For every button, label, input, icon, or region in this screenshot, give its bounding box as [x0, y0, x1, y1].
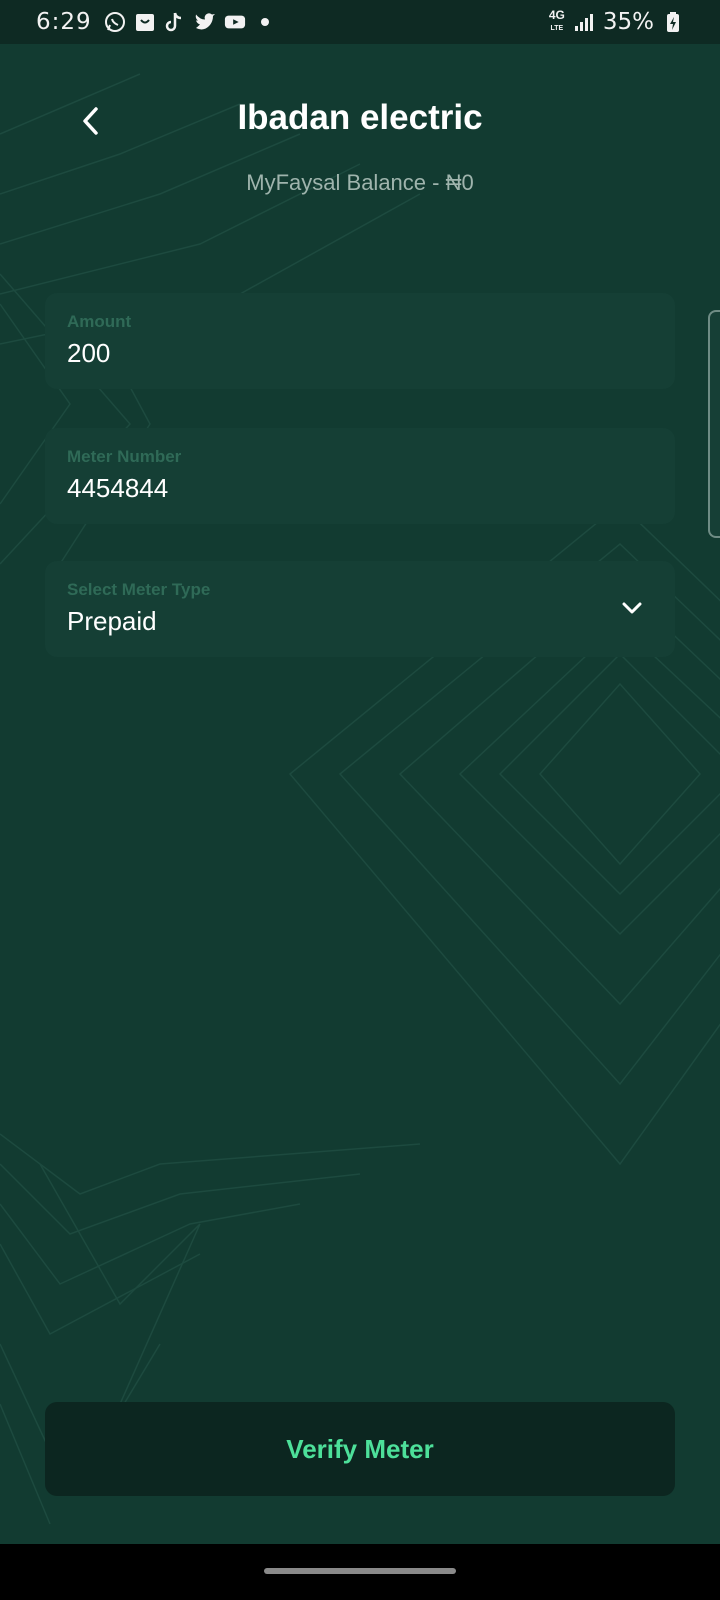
- meter-type-value: Prepaid: [67, 606, 157, 636]
- meter-type-label: Select Meter Type: [67, 580, 211, 599]
- shopping-bag-icon: [134, 11, 156, 33]
- background-pattern: [0, 73, 720, 1525]
- wallet-balance: MyFaysal Balance - ₦0: [246, 170, 474, 195]
- chevron-down-icon: [622, 602, 642, 614]
- status-bar: 6:29 4G LTE 35%: [0, 0, 720, 44]
- status-left: 6:29: [36, 9, 276, 35]
- network-label-top: 4G: [548, 8, 565, 22]
- status-right: 4G LTE 35%: [549, 9, 684, 35]
- meter-type-select[interactable]: Select Meter Type Prepaid: [45, 561, 675, 657]
- meter-number-input[interactable]: 4454844: [67, 472, 653, 504]
- verify-meter-button[interactable]: Verify Meter: [45, 1402, 675, 1496]
- network-label-bottom: LTE: [550, 25, 564, 32]
- notification-dot-icon: [254, 11, 276, 33]
- twitter-icon: [194, 11, 216, 33]
- page-title: Ibadan electric: [237, 98, 483, 137]
- battery-charging-icon: [662, 11, 684, 33]
- app-screen: 6:29 4G LTE 35% Ibadan electric MyFaysal…: [0, 0, 720, 1600]
- scroll-indicator[interactable]: [708, 310, 720, 538]
- status-time: 6:29: [36, 9, 92, 35]
- tiktok-icon: [164, 11, 186, 33]
- signal-icon: [573, 11, 595, 33]
- battery-percentage: 35%: [602, 9, 654, 35]
- meter-number-field[interactable]: Meter Number 4454844: [45, 428, 675, 524]
- amount-field[interactable]: Amount 200: [45, 293, 675, 389]
- network-type: 4G LTE: [548, 8, 565, 34]
- amount-input[interactable]: 200: [67, 337, 653, 369]
- whatsapp-icon: [104, 11, 126, 33]
- meter-number-label: Meter Number: [67, 447, 182, 466]
- home-gesture-handle[interactable]: [264, 1568, 456, 1574]
- navigation-bar: [0, 1544, 720, 1600]
- amount-label: Amount: [67, 312, 132, 331]
- youtube-icon: [224, 11, 246, 33]
